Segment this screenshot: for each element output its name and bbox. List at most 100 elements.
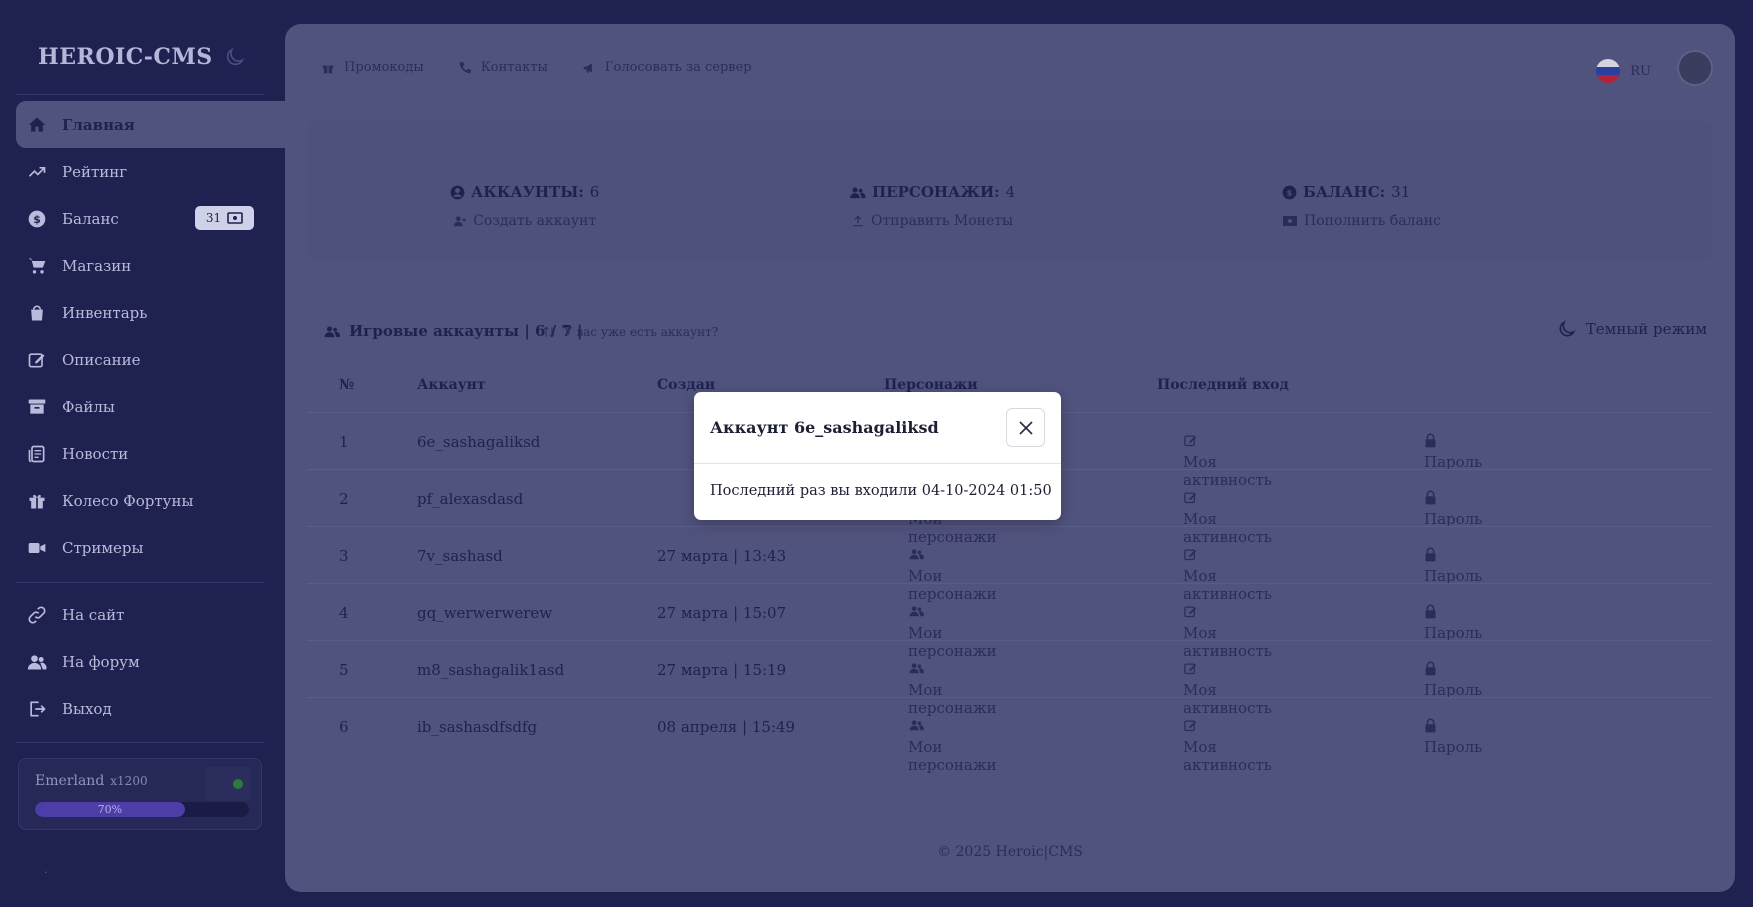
moon-icon [1559,320,1576,337]
page-footer: © 2025 Heroic|CMS [937,844,1083,860]
my-activity-button[interactable]: Моя активность [1183,718,1272,774]
sidebar-item-news[interactable]: Новости [16,430,285,477]
my-activity-button[interactable]: Моя активность [1183,490,1272,546]
sidebar-item-inventory[interactable]: Инвентарь [16,289,285,336]
link-icon [26,604,48,626]
lock-icon [1425,433,1436,448]
gift-icon [26,490,48,512]
server-load-label: 70% [97,803,123,816]
password-button[interactable]: Пароль [1424,547,1482,585]
server-status-card[interactable]: Emerland x1200 70% [18,758,262,830]
sidebar-item-label: Инвентарь [62,303,148,322]
row-created: 27 марта | 15:19 [657,661,787,679]
sidebar-item-label: Магазин [62,256,132,275]
edit-icon [1184,663,1197,675]
row-account: 6e_sashagaliksd [417,433,541,451]
my-characters-button[interactable]: Мои персонажи [908,661,997,717]
password-button[interactable]: Пароль [1424,490,1482,528]
gift-icon [322,65,334,73]
password-button[interactable]: Пароль [1424,661,1482,699]
send-coins-button[interactable]: Отправить Монеты [849,213,1015,229]
edit-icon [1184,435,1197,447]
sidebar-item-label: Рейтинг [62,162,128,181]
my-characters-button[interactable]: Мои персонажи [908,604,997,660]
sidebar-footer: · [44,866,48,879]
edit-icon [1184,720,1197,732]
sidebar-item-label: Файлы [62,397,115,416]
sidebar-item-fortune-wheel[interactable]: Колесо Фортуны [16,477,285,524]
header-last-login: Последний вход [1157,377,1289,393]
balance-badge: 31 [195,206,254,230]
dark-mode-toggle[interactable]: Темный режим [1557,319,1707,339]
my-characters-button[interactable]: Мои персонажи [908,718,997,774]
my-characters-button[interactable]: Мои персонажи [908,547,997,603]
sidebar-item-balance[interactable]: $ Баланс 31 [16,195,285,242]
sidebar-item-label: Стримеры [62,538,144,557]
sidebar-item-logout[interactable]: Выход [16,685,276,732]
svg-text:$: $ [33,213,41,226]
sidebar-item-shop[interactable]: Магазин [16,242,285,289]
brand-logo[interactable]: HEROIC-CMS [38,44,213,70]
password-button[interactable]: Пароль [1424,433,1482,471]
edit-icon [1184,606,1197,618]
topbar-links: Промокоды Контакты Голосовать за сервер [321,60,752,75]
sidebar-item-rating[interactable]: Рейтинг [16,148,285,195]
users-icon [324,326,340,337]
sidebar-item-home[interactable]: Главная [16,101,285,148]
topbar-vote[interactable]: Голосовать за сервер [582,60,752,75]
my-activity-button[interactable]: Моя активность [1183,661,1272,717]
theme-moon-icon[interactable] [224,46,246,68]
row-number: 3 [339,547,349,565]
sidebar-item-files[interactable]: Файлы [16,383,285,430]
money-icon [1283,216,1297,226]
top-up-balance-button[interactable]: Пополнить баланс [1282,213,1441,229]
user-avatar[interactable] [1677,50,1713,86]
my-activity-button[interactable]: Моя активность [1183,604,1272,660]
row-account: 7v_sashasd [417,547,503,565]
row-account: gq_werwerwerew [417,604,553,622]
server-rate: x1200 [110,774,148,788]
svg-text:$: $ [1287,187,1293,197]
sidebar-item-label: Главная [62,115,135,134]
have-account-link[interactable]: У вас уже есть аккаунт? [542,325,718,339]
server-name: Emerland x1200 [35,773,148,789]
lock-icon [1425,718,1436,733]
cart-icon [26,255,48,277]
stat-characters: ПЕРСОНАЖИ: 4 Отправить Монеты [849,183,1015,229]
modal-header: Аккаунт 6e_sashagaliksd [694,392,1061,464]
edit-icon [26,349,48,371]
create-account-button[interactable]: Создать аккаунт [450,213,599,229]
modal-close-button[interactable] [1006,408,1045,447]
edit-icon [1184,492,1197,504]
server-online-toggle[interactable] [205,767,251,801]
topbar-promocodes[interactable]: Промокоды [321,60,424,75]
password-button[interactable]: Пароль [1424,604,1482,642]
sidebar-item-label: На сайт [62,605,125,624]
sidebar-item-site[interactable]: На сайт [16,591,276,638]
sidebar-item-forum[interactable]: На форум [16,638,276,685]
dollar-icon: $ [26,208,48,230]
stat-accounts: АККАУНТЫ: 6 Создать аккаунт [450,183,599,229]
language-selector[interactable]: RU [1596,59,1651,83]
stats-card: АККАУНТЫ: 6 Создать аккаунт ПЕРСОНАЖИ: 4… [307,121,1713,261]
users-icon [909,720,924,731]
sidebar-nav: Главная Рейтинг $ Баланс 31 Магазин Инве… [16,101,285,571]
header-created: Создан [657,377,716,393]
password-button[interactable]: Пароль [1424,718,1482,756]
sidebar-item-description[interactable]: Описание [16,336,285,383]
sidebar-links: На сайт На форум Выход [16,591,276,732]
user-plus-icon [453,216,466,227]
row-account: m8_sashagalik1asd [417,661,565,679]
row-number: 2 [339,490,349,508]
header-account: Аккаунт [417,377,486,393]
russia-flag-icon [1596,59,1621,83]
language-label: RU [1630,63,1651,79]
my-activity-button[interactable]: Моя активность [1183,547,1272,603]
sidebar-item-streamers[interactable]: Стримеры [16,524,285,571]
my-activity-button[interactable]: Моя активность [1183,433,1272,489]
sidebar-item-label: На форум [62,652,140,671]
phone-icon [459,61,471,73]
topbar-contacts[interactable]: Контакты [458,60,548,75]
users-icon [26,651,48,673]
money-icon [227,212,243,224]
